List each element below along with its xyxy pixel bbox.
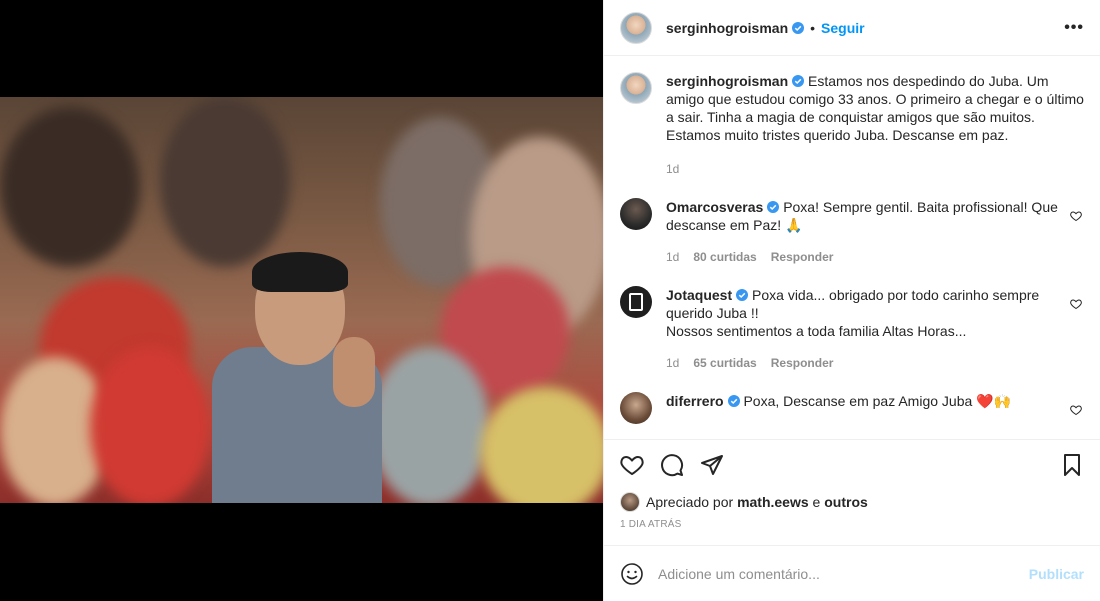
- post-side-panel: serginhogroisman • Seguir ••• serginhogr…: [603, 0, 1100, 601]
- like-comment-heart-icon[interactable]: [1070, 298, 1082, 310]
- verified-badge-icon: [792, 21, 805, 34]
- comment-likes[interactable]: 80 curtidas: [693, 248, 756, 266]
- follow-button[interactable]: Seguir: [821, 20, 865, 36]
- crowd-blur: [90, 347, 210, 503]
- post-header: serginhogroisman • Seguir •••: [604, 0, 1100, 56]
- comment-bubble-icon[interactable]: [660, 453, 684, 477]
- liked-by-prefix: Apreciado por: [646, 494, 734, 510]
- commenter-username[interactable]: Omarcosveras: [666, 199, 763, 215]
- jotaquest-logo-icon: [629, 293, 643, 311]
- liker-avatar[interactable]: [620, 492, 640, 512]
- caption-author-avatar[interactable]: [620, 72, 652, 104]
- caption-time[interactable]: 1d: [666, 160, 679, 178]
- commenter-avatar[interactable]: [620, 198, 652, 230]
- post-media[interactable]: [0, 0, 603, 601]
- post-modal: serginhogroisman • Seguir ••• serginhogr…: [0, 0, 1100, 601]
- commenter-username[interactable]: Jotaquest: [666, 287, 732, 303]
- photo-man-hand: [333, 337, 375, 407]
- liked-by-suffix: e: [812, 494, 821, 510]
- caption-author[interactable]: serginhogroisman: [666, 73, 788, 89]
- publish-button[interactable]: Publicar: [1029, 566, 1084, 582]
- reply-button[interactable]: Responder: [771, 354, 834, 372]
- liked-by-others[interactable]: outros: [824, 494, 868, 510]
- crowd-blur: [0, 107, 140, 267]
- share-paper-plane-icon[interactable]: [700, 453, 724, 477]
- comment-text: Poxa, Descanse em paz Amigo Juba ❤️🙌: [743, 393, 1012, 409]
- photo-man-hair: [252, 252, 348, 292]
- reply-button[interactable]: Responder: [771, 248, 834, 266]
- comment-likes[interactable]: 65 curtidas: [693, 354, 756, 372]
- crowd-blur: [370, 347, 490, 503]
- comment-text-line2: Nossos sentimentos a toda familia Altas …: [666, 323, 967, 339]
- comment-time[interactable]: 1d: [666, 354, 679, 372]
- verified-badge-icon: [792, 75, 805, 87]
- comment-item: diferrero Poxa, Descanse em paz Amigo Ju…: [620, 392, 1084, 424]
- verified-badge-icon: [727, 395, 740, 407]
- comment-item: Omarcosveras Poxa! Sempre gentil. Baita …: [620, 198, 1084, 266]
- comment-item: Jotaquest Poxa vida... obrigado por todo…: [620, 286, 1084, 372]
- post-actions: [604, 439, 1100, 489]
- comment-time[interactable]: 1d: [666, 248, 679, 266]
- like-comment-heart-icon[interactable]: [1070, 404, 1082, 416]
- like-comment-heart-icon[interactable]: [1070, 210, 1082, 222]
- comment-input[interactable]: [658, 565, 1029, 582]
- commenter-avatar[interactable]: [620, 392, 652, 424]
- emoji-smiley-icon[interactable]: [620, 562, 644, 586]
- crowd-blur: [480, 387, 603, 503]
- commenter-avatar[interactable]: [620, 286, 652, 318]
- verified-badge-icon: [736, 289, 749, 301]
- add-comment-bar: Publicar: [604, 545, 1100, 601]
- comments-list[interactable]: serginhogroisman Estamos nos despedindo …: [604, 56, 1100, 439]
- save-bookmark-icon[interactable]: [1060, 453, 1084, 477]
- caption: serginhogroisman Estamos nos despedindo …: [620, 72, 1084, 178]
- separator-dot: •: [810, 19, 816, 36]
- crowd-blur: [160, 97, 290, 267]
- author-avatar[interactable]: [620, 11, 652, 44]
- author-username[interactable]: serginhogroisman: [666, 20, 788, 36]
- post-time-ago[interactable]: 1 DIA ATRÁS: [604, 515, 1100, 545]
- verified-badge-icon: [767, 201, 780, 213]
- post-photo[interactable]: [0, 97, 603, 503]
- more-options-button[interactable]: •••: [1064, 19, 1084, 37]
- like-heart-icon[interactable]: [620, 453, 644, 477]
- liked-by-user[interactable]: math.eews: [737, 494, 809, 510]
- commenter-username[interactable]: diferrero: [666, 393, 724, 409]
- liked-by-line: Apreciado por math.eews e outros: [604, 489, 1100, 515]
